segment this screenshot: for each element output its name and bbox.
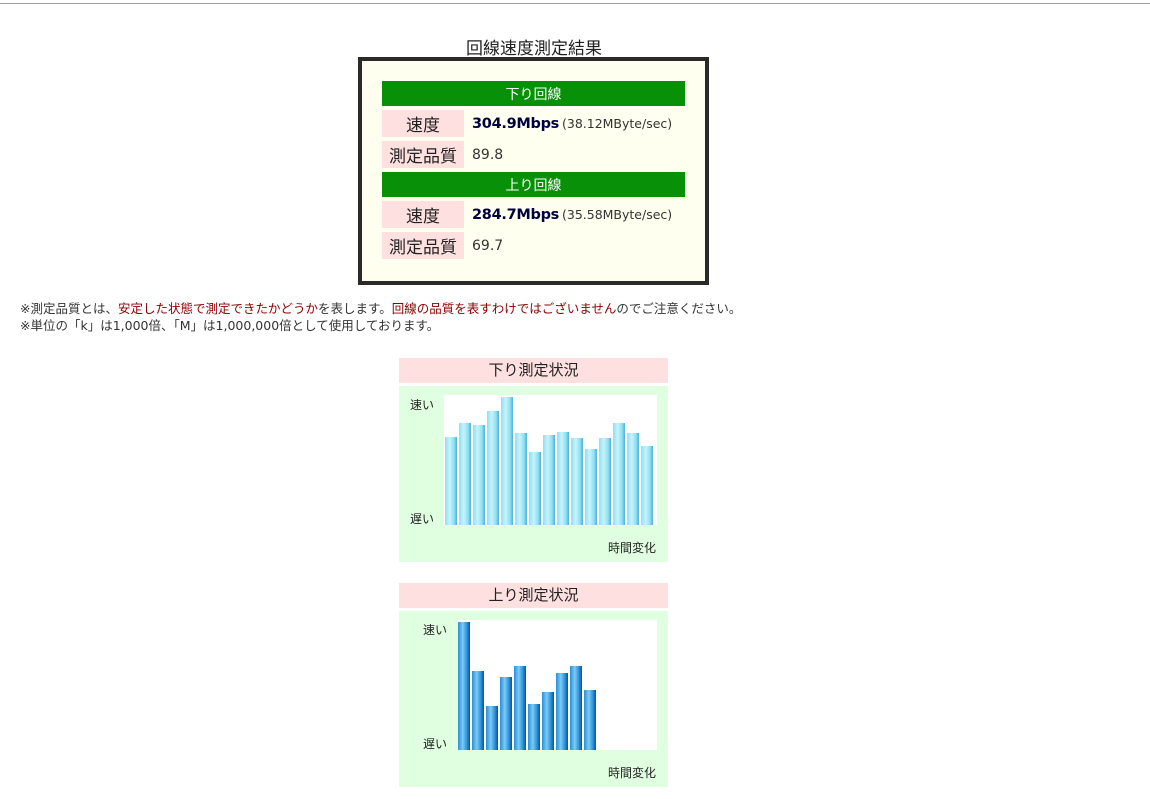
note-highlight: 安定した状態で測定できたかどうか <box>117 301 318 316</box>
upload-speed-bytes: (35.58MByte/sec) <box>561 206 673 222</box>
chart-bar <box>557 432 569 525</box>
download-time-label: 時間変化 <box>607 541 656 555</box>
download-section-header: 下り回線 <box>382 81 685 106</box>
result-table: 下り回線 速度 304.9Mbps (38.12MByte/sec) 測定品質 8… <box>382 77 685 263</box>
chart-bar <box>613 423 625 525</box>
unit-note: ※単位の「k」は1,000倍、「M」は1,000,000倍として使用しております… <box>20 318 440 333</box>
page-title: 回線速度測定結果 <box>466 39 602 59</box>
upload-quality-value: 69.7 <box>472 237 504 254</box>
download-speed-cell: 304.9Mbps (38.12MByte/sec) <box>464 110 685 137</box>
chart-bar <box>515 433 527 525</box>
chart-bar <box>529 452 541 525</box>
chart-bar <box>585 449 597 525</box>
upload-section-header: 上り回線 <box>382 172 685 197</box>
note-text: のでご注意ください。 <box>616 301 742 316</box>
chart-bar <box>543 435 555 525</box>
upload-fast-label: 速い <box>423 623 448 637</box>
chart-bar <box>501 397 513 525</box>
result-box: 下り回線 速度 304.9Mbps (38.12MByte/sec) 測定品質 8… <box>358 57 709 285</box>
download-quality-value: 89.8 <box>472 146 504 163</box>
chart-bar <box>584 690 596 750</box>
download-plot-area <box>444 395 657 525</box>
chart-bar <box>570 666 582 750</box>
download-fast-label: 速い <box>410 398 435 412</box>
upload-quality-label: 測定品質 <box>382 232 464 259</box>
download-graph-title: 下り測定状況 <box>399 358 668 383</box>
download-graph-panel: 下り測定状況 速い 遅い 時間変化 <box>399 358 668 562</box>
upload-speed-label: 速度 <box>382 201 464 228</box>
chart-bar <box>641 446 653 525</box>
upload-speed-value: 284.7Mbps <box>472 206 559 223</box>
chart-bar <box>500 677 512 750</box>
chart-bar <box>599 438 611 525</box>
chart-bar <box>472 671 484 750</box>
download-slow-label: 遅い <box>410 512 435 526</box>
upload-time-label: 時間変化 <box>607 766 656 780</box>
chart-bar <box>528 704 540 750</box>
chart-bar <box>473 425 485 525</box>
note-text: を表します。 <box>318 301 392 316</box>
upload-speed-cell: 284.7Mbps (35.58MByte/sec) <box>464 201 685 228</box>
chart-bar <box>459 423 471 525</box>
download-speed-bytes: (38.12MByte/sec) <box>561 115 673 131</box>
upload-slow-label: 遅い <box>423 737 448 751</box>
top-divider <box>0 3 1150 4</box>
upload-graph-title: 上り測定状況 <box>399 583 668 608</box>
download-quality-label: 測定品質 <box>382 141 464 168</box>
upload-graph-body: 速い 遅い 時間変化 <box>399 611 668 787</box>
upload-plot-area <box>457 620 657 750</box>
note-text: ※測定品質とは、 <box>20 301 118 316</box>
chart-bar <box>571 438 583 525</box>
download-graph-body: 速い 遅い 時間変化 <box>399 386 668 562</box>
chart-bar <box>556 673 568 750</box>
chart-bar <box>627 433 639 525</box>
chart-bar <box>542 692 554 750</box>
upload-graph-panel: 上り測定状況 速い 遅い 時間変化 <box>399 583 668 787</box>
chart-bar <box>487 411 499 525</box>
chart-bar <box>514 666 526 750</box>
chart-bar <box>445 437 457 525</box>
download-speed-value: 304.9Mbps <box>472 115 559 132</box>
download-speed-label: 速度 <box>382 110 464 137</box>
chart-bar <box>486 706 498 750</box>
note-highlight: 回線の品質を表すわけではございません <box>391 301 617 316</box>
chart-bar <box>458 622 470 750</box>
